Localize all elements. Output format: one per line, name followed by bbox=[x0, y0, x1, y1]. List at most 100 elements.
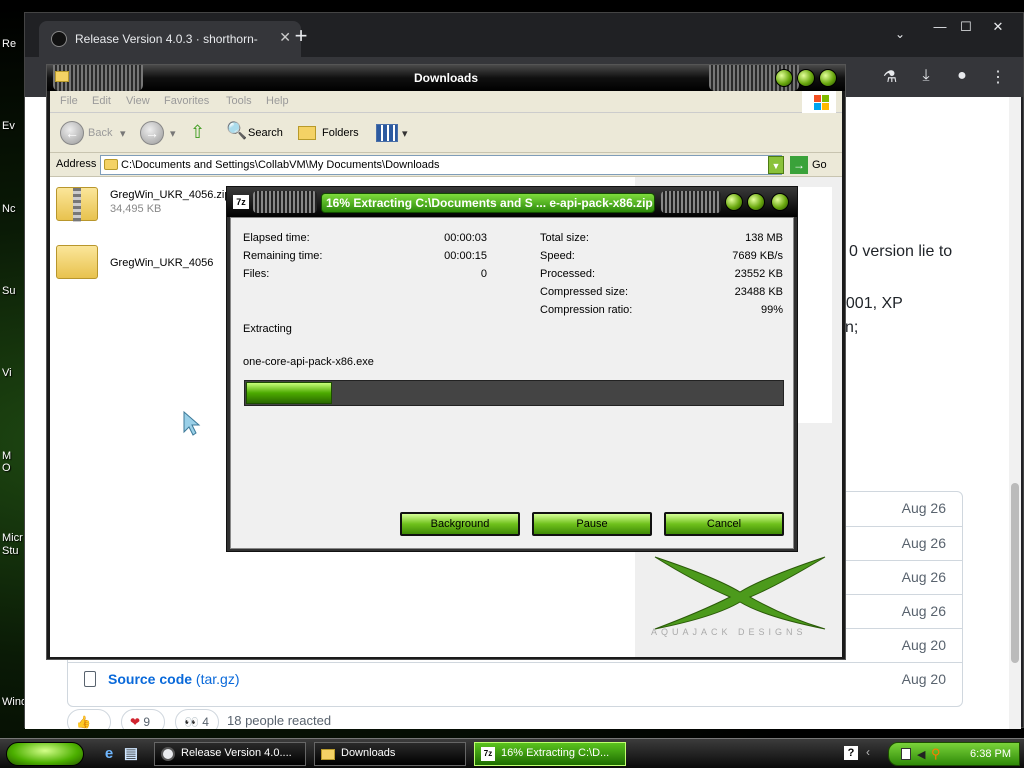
asset-date: Aug 20 bbox=[901, 671, 946, 687]
folder-icon bbox=[321, 749, 335, 760]
desktop-icon-label[interactable]: Nc bbox=[2, 203, 15, 215]
reaction-heart[interactable]: ❤ 9 bbox=[121, 709, 165, 729]
taskbar: e ▤ Release Version 4.0.... Downloads 7z… bbox=[0, 738, 1024, 768]
forward-arrow-icon[interactable]: → bbox=[140, 121, 164, 145]
views-icon[interactable] bbox=[376, 124, 398, 142]
menu-file[interactable]: File bbox=[60, 95, 78, 107]
menu-help[interactable]: Help bbox=[266, 95, 289, 107]
elapsed-value: 00:00:03 bbox=[444, 232, 487, 244]
desktop-icon-label[interactable]: Re bbox=[2, 38, 16, 50]
address-input[interactable]: C:\Documents and Settings\CollabVM\My Do… bbox=[100, 155, 782, 175]
tab-search-icon[interactable]: ⌄ bbox=[895, 27, 905, 41]
page-scrollbar[interactable] bbox=[1009, 97, 1021, 729]
network-icon[interactable] bbox=[901, 748, 911, 760]
desktop-icon-label[interactable]: O bbox=[2, 462, 11, 474]
minimize-button[interactable] bbox=[725, 193, 743, 211]
back-button-label[interactable]: Back bbox=[88, 127, 112, 139]
reacted-summary: 18 people reacted bbox=[227, 713, 332, 728]
search-tray-icon[interactable]: ⚲ bbox=[931, 746, 941, 762]
download-icon[interactable]: ⤓ bbox=[915, 67, 937, 85]
compression-ratio-value: 99% bbox=[760, 304, 783, 316]
source-code-label: Source code bbox=[108, 671, 193, 687]
dialog-titlebar[interactable]: 7z 16% Extracting C:\Documents and S ...… bbox=[227, 187, 797, 217]
folder-icon bbox=[104, 159, 118, 170]
desktop-icon-label[interactable]: Stu bbox=[2, 545, 19, 557]
back-arrow-icon[interactable]: ← bbox=[60, 121, 84, 145]
source-code-link[interactable]: Source code (tar.gz) bbox=[108, 671, 240, 687]
background-button[interactable]: Background bbox=[400, 512, 520, 536]
clock[interactable]: 6:38 PM bbox=[970, 748, 1011, 760]
scrollbar-thumb[interactable] bbox=[1011, 483, 1019, 663]
cancel-button[interactable]: Cancel bbox=[664, 512, 784, 536]
tray-expand-icon[interactable]: ‹ bbox=[866, 745, 870, 759]
start-button[interactable] bbox=[6, 742, 84, 766]
7zip-icon: 7z bbox=[481, 747, 495, 761]
desktop-icon-label[interactable]: Su bbox=[2, 285, 15, 297]
folders-icon[interactable] bbox=[298, 126, 316, 140]
reaction-eyes[interactable]: 👀 4 bbox=[175, 709, 219, 729]
taskbar-item-downloads[interactable]: Downloads bbox=[314, 742, 466, 766]
pause-button[interactable]: Pause bbox=[532, 512, 652, 536]
standard-toolbar: ← Back ▾ → ▾ ⇧ 🔍 Search Folders ▾ bbox=[50, 113, 842, 153]
taskbar-item-extract[interactable]: 7z 16% Extracting C:\D... bbox=[474, 742, 626, 766]
taskbar-item-browser[interactable]: Release Version 4.0.... bbox=[154, 742, 306, 766]
taskbar-item-label: Release Version 4.0.... bbox=[181, 747, 292, 759]
profile-icon[interactable]: ● bbox=[951, 67, 973, 85]
desktop-icon-label[interactable]: Ev bbox=[2, 120, 15, 132]
desktop-icon-label[interactable]: Vi bbox=[2, 367, 12, 379]
new-tab-button[interactable]: + bbox=[289, 25, 313, 49]
address-bar: Address C:\Documents and Settings\Collab… bbox=[50, 153, 842, 177]
menu-view[interactable]: View bbox=[126, 95, 150, 107]
help-icon[interactable]: ? bbox=[844, 746, 858, 760]
tab-title: Release Version 4.0.3 · shorthorn- bbox=[75, 32, 258, 46]
maximize-button[interactable]: ☐ bbox=[951, 17, 981, 37]
reaction-thumbs-up[interactable]: 👍 15 bbox=[67, 709, 111, 729]
explorer-title: Downloads bbox=[413, 71, 478, 85]
folders-button-label[interactable]: Folders bbox=[322, 127, 359, 139]
internet-explorer-icon[interactable]: e bbox=[100, 745, 118, 763]
menu-bar: File Edit View Favorites Tools Help bbox=[50, 91, 842, 113]
address-label: Address bbox=[56, 158, 97, 170]
speed-value: 7689 KB/s bbox=[732, 250, 783, 262]
show-desktop-icon[interactable]: ▤ bbox=[122, 745, 140, 763]
desktop-icon-label[interactable]: Micr bbox=[2, 532, 23, 544]
page-text: 0 version lie to bbox=[849, 243, 953, 260]
menu-icon[interactable]: ⋮ bbox=[987, 67, 1009, 87]
search-button-label[interactable]: Search bbox=[248, 127, 283, 139]
progress-fill bbox=[246, 382, 332, 404]
labs-icon[interactable]: ⚗ bbox=[879, 67, 901, 87]
remaining-value: 00:00:15 bbox=[444, 250, 487, 262]
browser-tab[interactable]: Release Version 4.0.3 · shorthorn- ✕ bbox=[39, 21, 301, 57]
views-dropdown-icon[interactable]: ▾ bbox=[402, 127, 408, 140]
forward-dropdown-icon[interactable]: ▾ bbox=[170, 127, 176, 140]
volume-icon[interactable]: ◀ bbox=[917, 748, 925, 761]
search-icon[interactable]: 🔍 bbox=[226, 121, 247, 141]
folder-icon bbox=[56, 245, 98, 279]
address-dropdown-icon[interactable]: ▼ bbox=[768, 156, 784, 174]
processed-label: Processed: bbox=[540, 268, 596, 280]
desktop-icon-label[interactable]: M bbox=[2, 450, 11, 462]
files-value: 0 bbox=[480, 268, 487, 280]
go-button-label[interactable]: Go bbox=[812, 159, 827, 171]
asset-date: Aug 26 bbox=[901, 569, 946, 585]
menu-tools[interactable]: Tools bbox=[226, 95, 252, 107]
source-code-suffix: (tar.gz) bbox=[195, 671, 240, 687]
maximize-button[interactable] bbox=[797, 69, 815, 87]
menu-edit[interactable]: Edit bbox=[92, 95, 111, 107]
close-button[interactable] bbox=[819, 69, 837, 87]
minimize-button[interactable] bbox=[775, 69, 793, 87]
menu-favorites[interactable]: Favorites bbox=[164, 95, 209, 107]
total-size-label: Total size: bbox=[540, 232, 589, 244]
maximize-button[interactable] bbox=[747, 193, 765, 211]
files-label: Files: bbox=[243, 268, 270, 280]
up-folder-icon[interactable]: ⇧ bbox=[190, 122, 205, 143]
explorer-titlebar[interactable]: Downloads bbox=[47, 65, 845, 91]
compressed-size-value: 23488 KB bbox=[734, 286, 783, 298]
thumbs-up-icon: 👍 bbox=[76, 715, 91, 729]
go-arrow-icon[interactable]: → bbox=[790, 156, 808, 174]
xbox-logo bbox=[654, 556, 826, 630]
back-dropdown-icon[interactable]: ▾ bbox=[120, 127, 126, 140]
asset-date: Aug 26 bbox=[901, 603, 946, 619]
close-button[interactable]: ✕ bbox=[983, 17, 1013, 37]
close-button[interactable] bbox=[771, 193, 789, 211]
